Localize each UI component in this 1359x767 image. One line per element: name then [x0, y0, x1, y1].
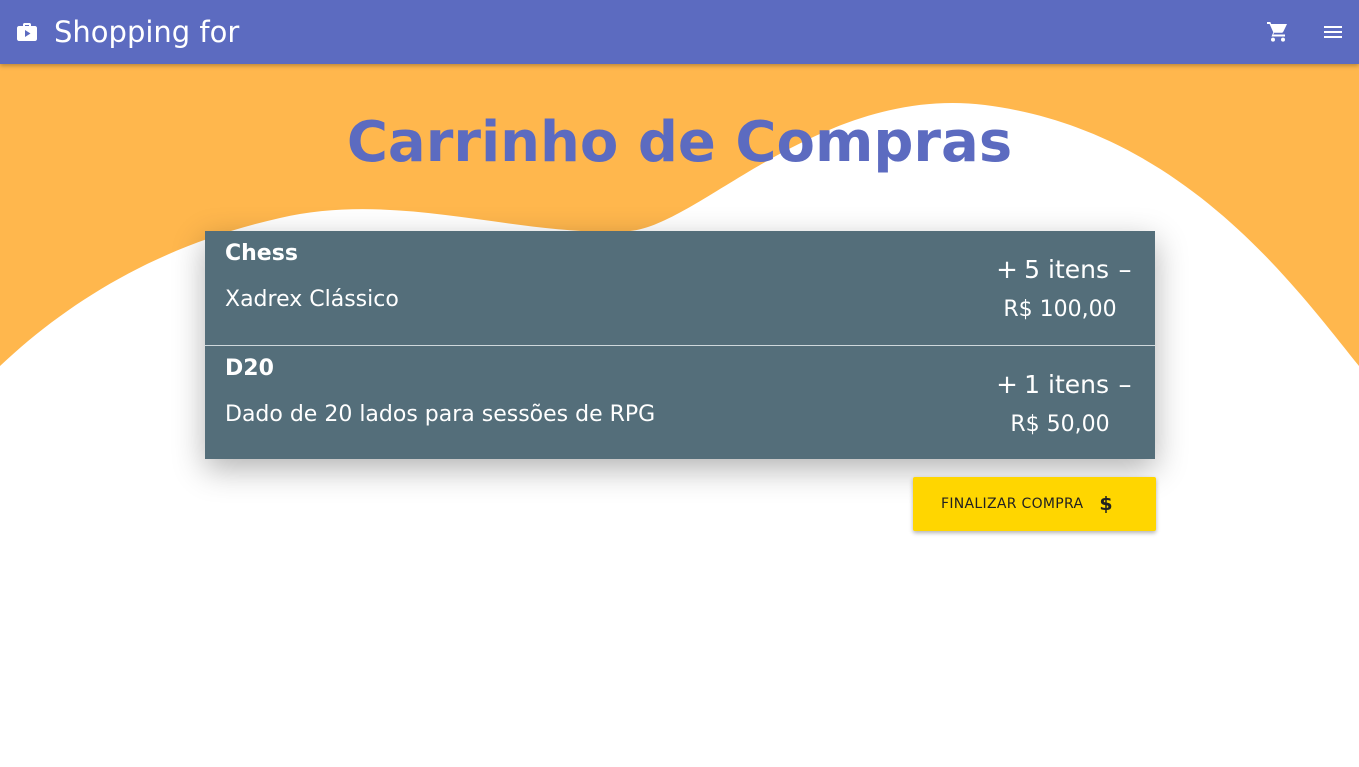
menu-icon[interactable]: [1321, 20, 1345, 44]
item-price: R$ 50,00: [1010, 412, 1110, 437]
shopping-bag-icon: [15, 20, 39, 44]
quantity-stepper: + 5 itens –: [996, 254, 1135, 286]
increase-quantity-button[interactable]: +: [996, 254, 1018, 286]
item-description: Dado de 20 lados para sessões de RPG: [225, 402, 656, 427]
dollar-icon: $: [1099, 493, 1113, 515]
increase-quantity-button[interactable]: +: [996, 369, 1018, 401]
cart-item: Chess Xadrex Clássico + 5 itens – R$ 100…: [205, 231, 1155, 345]
item-price: R$ 100,00: [1003, 297, 1117, 322]
quantity-text: 1 itens: [1024, 370, 1109, 399]
checkout-label: FINALIZAR COMPRA: [941, 496, 1084, 512]
quantity-text: 5 itens: [1024, 255, 1109, 284]
shopping-cart-icon[interactable]: [1266, 20, 1290, 44]
item-name: Chess: [225, 241, 298, 266]
app-toolbar: Shopping for: [0, 0, 1359, 64]
quantity-stepper: + 1 itens –: [996, 369, 1135, 401]
app-title: Shopping for: [54, 15, 240, 49]
cart-list: Chess Xadrex Clássico + 5 itens – R$ 100…: [205, 231, 1155, 459]
page: Shopping for Carrinho de Compras Chess X…: [0, 0, 1359, 767]
decrease-quantity-button[interactable]: –: [1115, 369, 1135, 401]
checkout-button[interactable]: FINALIZAR COMPRA $: [913, 477, 1156, 531]
item-description: Xadrex Clássico: [225, 287, 399, 312]
decrease-quantity-button[interactable]: –: [1115, 254, 1135, 286]
cart-item: D20 Dado de 20 lados para sessões de RPG…: [205, 345, 1155, 459]
item-name: D20: [225, 356, 274, 381]
page-title: Carrinho de Compras: [346, 110, 1013, 175]
